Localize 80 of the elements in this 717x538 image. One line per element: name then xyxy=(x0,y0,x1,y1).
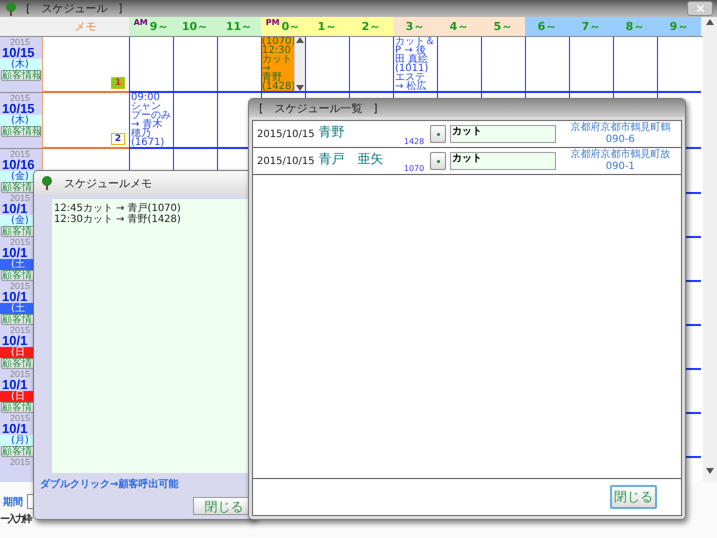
appointment-text: カット＆ xyxy=(395,37,435,46)
appointment-text: (1011) xyxy=(395,64,430,73)
year-text: 2015 xyxy=(10,369,30,379)
menu-field[interactable]: カット xyxy=(450,152,556,170)
weekday-label: (木) xyxy=(0,115,42,126)
memo-cell[interactable]: 2 xyxy=(42,93,129,149)
hour-label: 10～ xyxy=(182,19,208,34)
hour-label: 5～ xyxy=(494,19,512,34)
window-title: [ スケジュール一覧 ] xyxy=(259,100,378,116)
appointment-text: 穂乃 xyxy=(131,129,151,138)
hour-label: 3～ xyxy=(406,19,424,34)
customer-name: 青戸 亜矢 xyxy=(318,151,384,168)
appointment-text: 田 真絵 xyxy=(395,55,430,64)
memo-line: 12:30カット → 青野(1428) xyxy=(54,214,182,225)
date-text: 10/15 xyxy=(2,47,35,59)
appointment-text: → 松広 xyxy=(395,82,428,91)
period-label: PM xyxy=(266,18,280,27)
year-text: 2015 xyxy=(10,93,30,103)
hour-label: 1～ xyxy=(318,19,336,34)
year-text: 2015 xyxy=(10,237,30,247)
hour-label: 6～ xyxy=(538,19,556,34)
date-text: 10/1 xyxy=(2,335,28,347)
column-header: メモ xyxy=(74,19,98,35)
appointment-text: (1428) xyxy=(262,82,294,91)
period-label: 期間 xyxy=(3,496,23,508)
appointment-text: → 青木 xyxy=(131,120,163,129)
date-text: 10/1 xyxy=(2,247,28,259)
window-title: スケジュールメモ xyxy=(64,176,152,190)
date-text: 10/1 xyxy=(2,291,28,303)
hour-label: 7～ xyxy=(582,19,600,34)
year-text: 2015 xyxy=(10,37,30,47)
hour-label: 9～ xyxy=(150,19,168,34)
weekday-label: (木) xyxy=(0,59,42,70)
date-text: 2015/10/15 xyxy=(257,128,315,140)
memo-count-badge[interactable]: 1 xyxy=(111,77,125,89)
customer-name: 青野 xyxy=(318,124,345,141)
hour-label: 2～ xyxy=(362,19,380,34)
hour-label: 11～ xyxy=(226,19,252,34)
window-title: [ スケジュール ] xyxy=(26,1,123,16)
appointment-text: カット → xyxy=(262,55,293,73)
year-text: 2015 xyxy=(10,281,30,291)
schedule-cell[interactable]: カット＆ P → 後 田 真絵 (1011) エステ → 松広 xyxy=(393,37,437,93)
year-text: 2015 xyxy=(10,149,30,159)
hint-text: ダブルクリック→顧客呼出可能 xyxy=(40,477,180,491)
address-text: 京都府京都市鶴見町故 xyxy=(570,149,670,161)
hour-label: 4～ xyxy=(450,19,468,34)
hour-label: 8～ xyxy=(626,19,644,34)
input-frame-label: ー入力枠 xyxy=(0,512,32,526)
memo-count-badge[interactable]: 2 xyxy=(111,133,125,145)
hour-label: 9～ xyxy=(670,19,688,34)
year-text: 2015 xyxy=(10,193,30,203)
date-text: 10/1 xyxy=(2,379,28,391)
date-text: 10/1 xyxy=(2,203,28,215)
date-text: 10/16 xyxy=(2,159,35,171)
customer-id: 1070 xyxy=(404,164,424,173)
appointment-text: シャン xyxy=(131,102,162,111)
year-text: 2015 xyxy=(10,325,30,335)
appointment-text: (1671) xyxy=(131,138,166,147)
date-text: 2015/10/15 xyxy=(257,156,315,166)
customer-info-button[interactable]: 顧客情報 xyxy=(1,70,41,81)
date-text: 10/15 xyxy=(2,103,35,115)
address-text: 京都府京都市鶴見町鶴 xyxy=(570,122,670,134)
period-label: AM xyxy=(134,18,148,27)
close-button[interactable]: 閉じる xyxy=(610,485,657,509)
appointment-text: P → 後 xyxy=(395,46,426,55)
memo-line: 12:45カット → 青戸(1070) xyxy=(54,203,182,214)
appointment-text: 青野 xyxy=(262,73,282,82)
customer-info-button[interactable]: 顧客情報 xyxy=(1,126,41,137)
date-text: 10/1 xyxy=(2,423,28,435)
appointment-text: 12:30 xyxy=(262,46,291,55)
year-text: 2015 xyxy=(10,413,30,423)
menu-field[interactable]: カット xyxy=(450,125,556,143)
hour-label: 0～ xyxy=(282,19,300,34)
appointment-text: プーのみ xyxy=(131,111,171,120)
phone-text: 090-6 xyxy=(606,134,635,146)
phone-text: 090-1 xyxy=(606,161,635,173)
memo-cell[interactable]: 1 xyxy=(42,37,129,93)
appointment-text: エステ xyxy=(395,73,425,82)
customer-id: 1428 xyxy=(404,137,424,146)
year-text: 2015 xyxy=(10,457,30,467)
